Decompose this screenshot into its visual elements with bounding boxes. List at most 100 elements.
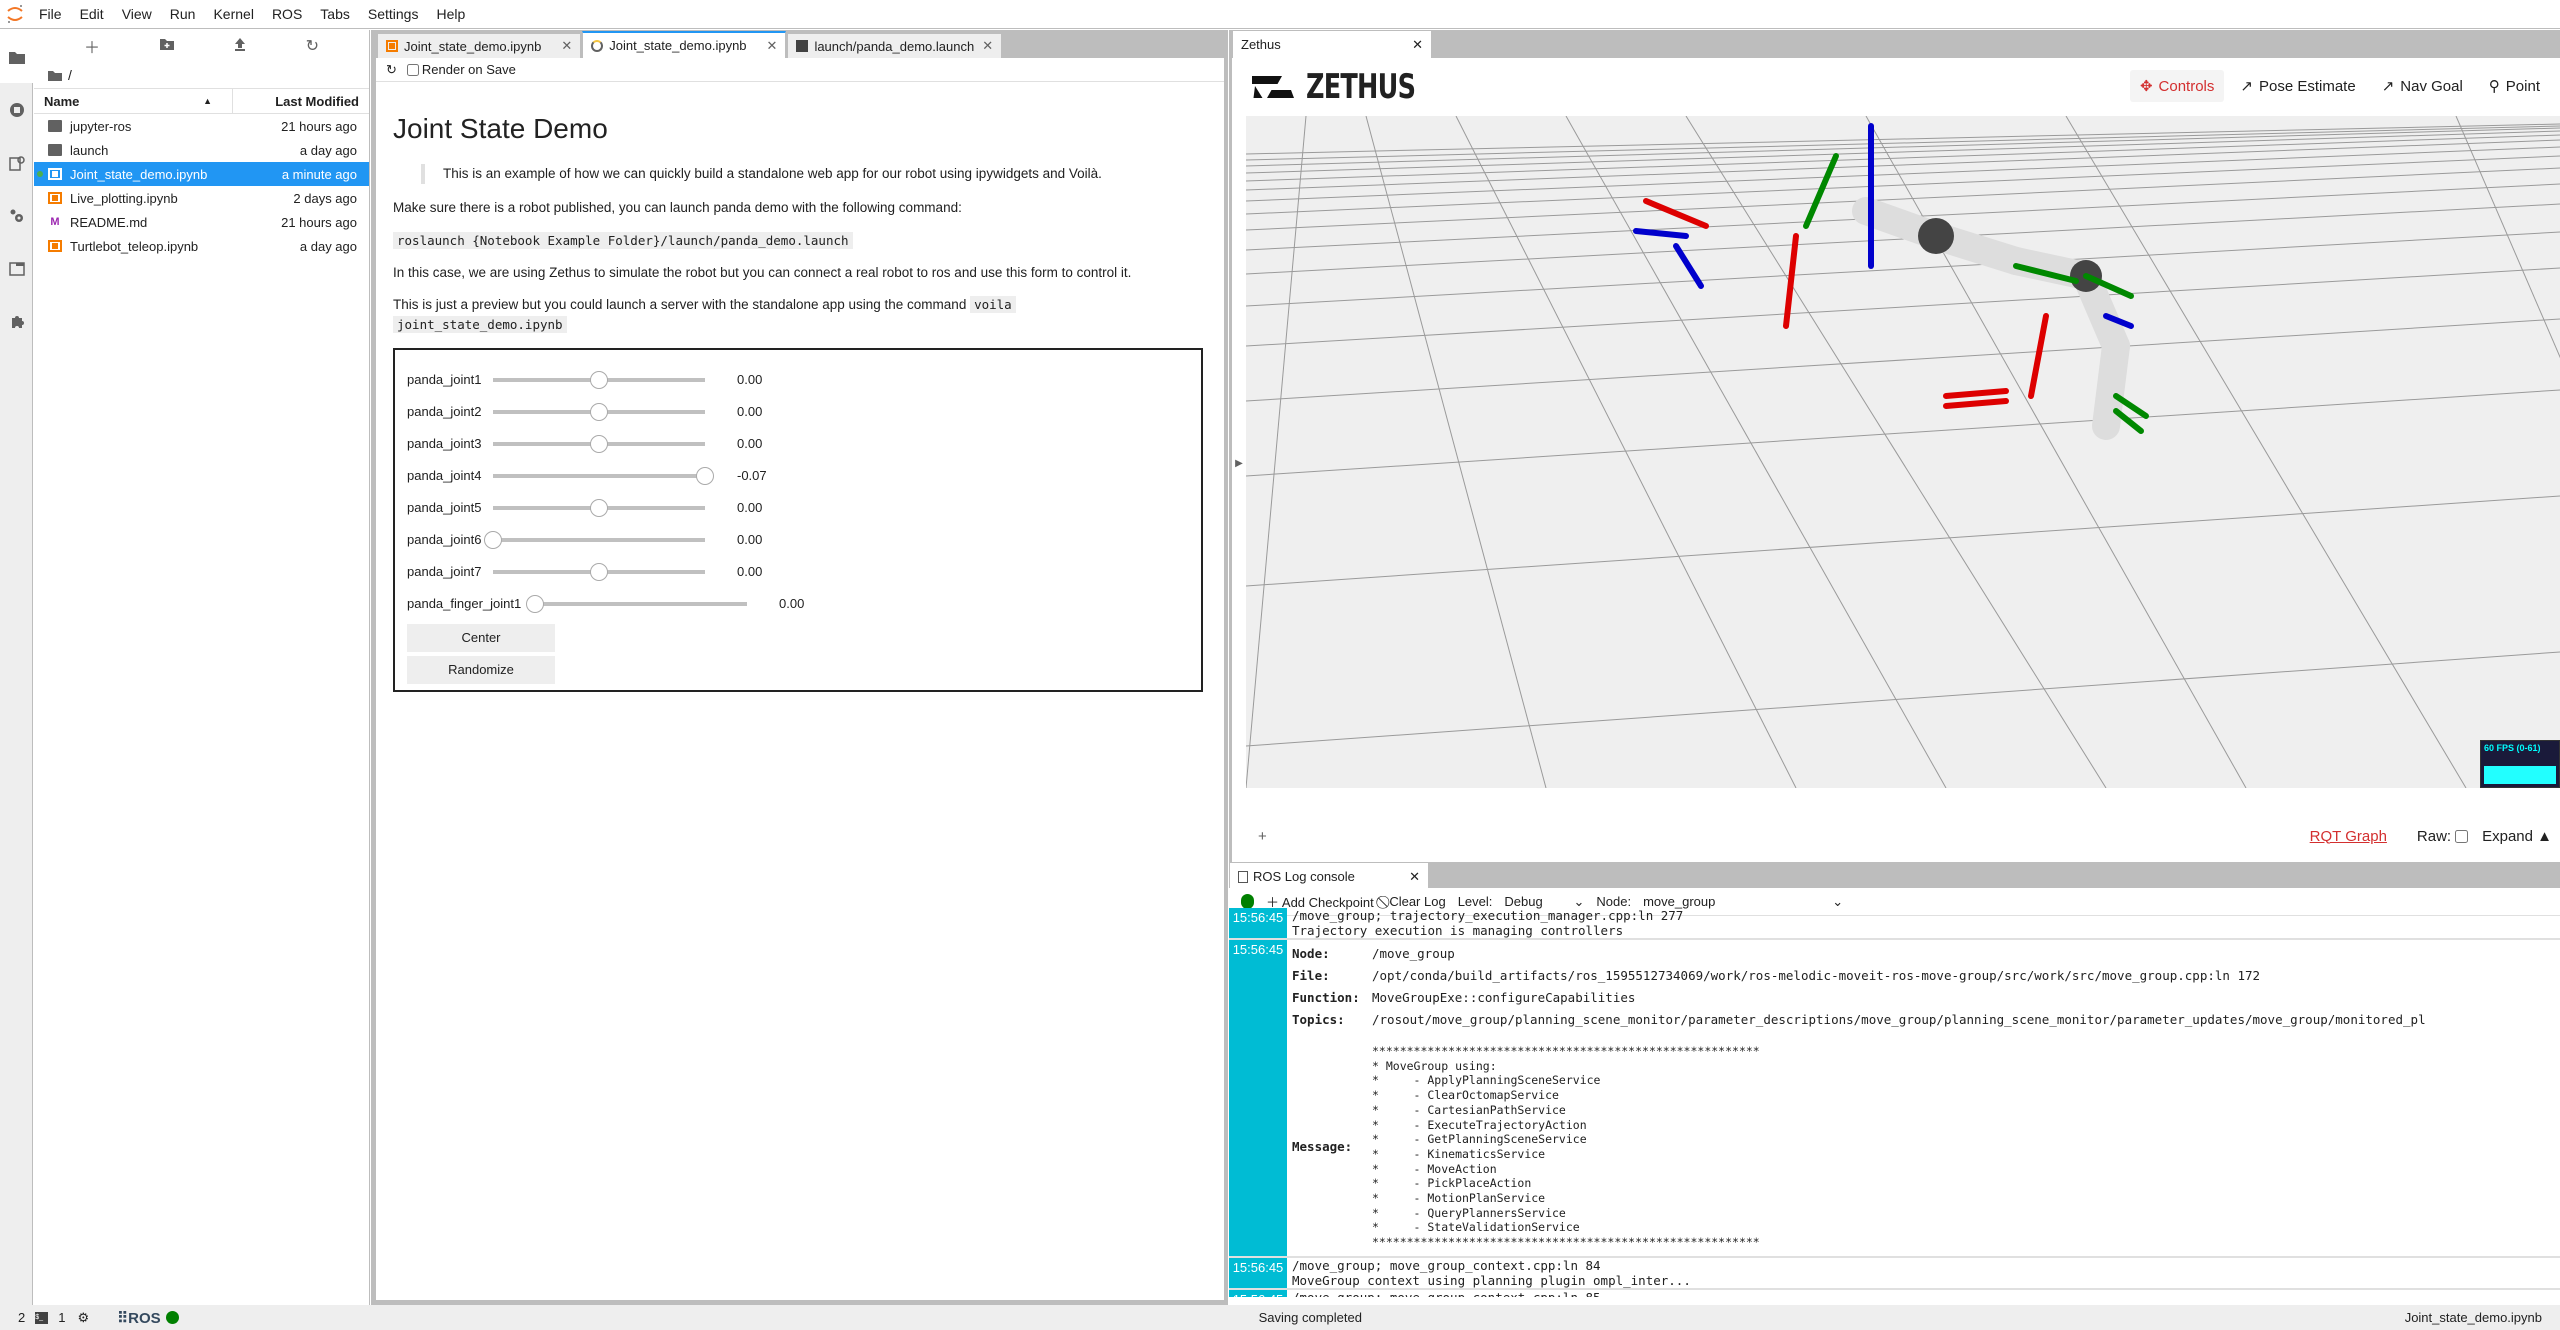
joint-slider[interactable]	[493, 466, 714, 485]
connection-status-icon	[1241, 894, 1254, 909]
slider-handle[interactable]	[590, 370, 608, 389]
file-row[interactable]: jupyter-ros 21 hours ago	[34, 114, 369, 138]
tab-launch-file[interactable]: launch/panda_demo.launch ✕	[787, 33, 1003, 58]
activity-extensions[interactable]	[0, 295, 33, 348]
ros-grid-icon: ⠿	[117, 1309, 129, 1327]
rqt-graph-link[interactable]: RQT Graph	[2310, 828, 2387, 845]
file-row[interactable]: Joint_state_demo.ipynb a minute ago	[34, 162, 369, 186]
chevron-down-icon: ⌄	[1832, 893, 1844, 909]
menu-file[interactable]: File	[30, 6, 71, 22]
tool-nav-goal[interactable]: ↗ Nav Goal	[2372, 70, 2473, 102]
activity-commands[interactable]	[0, 136, 33, 189]
raw-checkbox[interactable]	[2455, 829, 2469, 843]
log-entry[interactable]: 15:56:45/move_group; move_group_context.…	[1229, 1289, 2560, 1297]
slider-handle[interactable]	[526, 594, 544, 613]
menu-tabs[interactable]: Tabs	[311, 6, 359, 22]
slider-handle[interactable]	[590, 434, 608, 453]
file-row[interactable]: Turtlebot_teleop.ipynb a day ago	[34, 234, 369, 258]
terminal-count[interactable]: 1	[58, 1310, 65, 1325]
randomize-button[interactable]: Randomize	[407, 655, 555, 684]
close-icon[interactable]: ✕	[561, 38, 572, 54]
close-icon[interactable]: ✕	[1412, 37, 1423, 53]
new-launcher-button[interactable]: ＋	[84, 34, 100, 58]
menu-edit[interactable]: Edit	[71, 6, 113, 22]
tool-controls[interactable]: ✥ Controls	[2129, 70, 2225, 102]
joint-slider[interactable]	[493, 562, 705, 581]
upload-button[interactable]	[234, 37, 246, 56]
new-folder-button[interactable]	[159, 37, 174, 55]
render-on-save-checkbox[interactable]	[406, 63, 419, 76]
slider-handle[interactable]	[484, 530, 502, 549]
menu-kernel[interactable]: Kernel	[204, 6, 262, 22]
collapse-sidebar-icon[interactable]: ▶	[1232, 458, 1246, 469]
log-entry[interactable]: 15:56:45/move_group; trajectory_executio…	[1229, 908, 2560, 940]
axis-marker	[1643, 198, 1709, 229]
tab-voila-preview[interactable]: Joint_state_demo.ipynb ✕	[582, 31, 787, 58]
axis-marker	[1803, 153, 1839, 229]
ros-status[interactable]: ⠿ROS	[117, 1309, 161, 1327]
grid-line	[1246, 116, 1307, 788]
tool-point[interactable]: ⚲ Point	[2479, 70, 2550, 102]
joint-slider[interactable]	[493, 434, 705, 453]
file-row[interactable]: launch a day ago	[34, 138, 369, 162]
robot-joint	[1918, 218, 1954, 254]
3d-viewport[interactable]: 60 FPS (0-61)	[1246, 116, 2560, 788]
slider-label: panda_joint6	[407, 531, 482, 547]
file-row[interactable]: Live_plotting.ipynb 2 days ago	[34, 186, 369, 210]
grid-line	[1246, 651, 2560, 747]
slider-handle[interactable]	[696, 466, 714, 485]
close-icon[interactable]: ✕	[982, 38, 993, 54]
menu-settings[interactable]: Settings	[359, 6, 428, 22]
menu-run[interactable]: Run	[161, 6, 205, 22]
slider-handle[interactable]	[590, 498, 608, 517]
running-indicator-icon	[37, 171, 43, 177]
menu-help[interactable]: Help	[427, 6, 474, 22]
joint-slider[interactable]	[484, 530, 705, 549]
file-name: README.md	[70, 214, 148, 230]
joint-slider[interactable]	[526, 594, 747, 613]
sort-ascending-icon: ▲	[203, 96, 212, 106]
center-button[interactable]: Center	[407, 623, 555, 652]
render-on-save-toggle[interactable]: Render on Save	[406, 62, 516, 77]
menu-view[interactable]: View	[113, 6, 161, 22]
breadcrumb-root[interactable]: /	[68, 67, 72, 83]
tool-pose-estimate[interactable]: ↗ Pose Estimate	[2230, 70, 2365, 102]
tab-zethus[interactable]: Zethus ✕	[1232, 31, 1432, 58]
activity-tabs[interactable]	[0, 242, 33, 295]
controls-icon: ✥	[2139, 78, 2153, 95]
activity-ros-settings[interactable]	[0, 189, 33, 242]
column-last-modified[interactable]: Last Modified	[233, 94, 369, 109]
level-label: Level:	[1457, 894, 1493, 909]
add-panel-button[interactable]: +	[1258, 828, 1267, 845]
folder-icon[interactable]	[48, 70, 62, 81]
slider-handle[interactable]	[590, 562, 608, 581]
log-entry[interactable]: 15:56:45/move_group; move_group_context.…	[1229, 1257, 2560, 1290]
close-icon[interactable]: ✕	[1409, 869, 1420, 885]
launch-command: roslaunch {Notebook Example Folder}/laun…	[393, 231, 853, 249]
tab-ros-log[interactable]: ROS Log console ✕	[1229, 863, 1429, 890]
kernel-count[interactable]: 2	[18, 1310, 25, 1325]
file-list-header: Name ▲ Last Modified	[34, 88, 369, 114]
reload-button[interactable]: ↻	[386, 62, 397, 78]
refresh-button[interactable]: ↻	[306, 36, 319, 56]
slider-handle[interactable]	[590, 402, 608, 421]
joint-slider[interactable]	[493, 402, 705, 421]
joint-slider[interactable]	[493, 498, 705, 517]
zethus-header: ZETHUS ✥ Controls ↗ Pose Estimate ↗ Nav Goal ⚲…	[1232, 58, 2560, 116]
arrow-icon: ↗	[2240, 78, 2253, 95]
activity-file-browser[interactable]	[0, 30, 34, 83]
file-row[interactable]: M README.md 21 hours ago	[34, 210, 369, 234]
activity-running[interactable]	[0, 83, 33, 136]
menu-ros[interactable]: ROS	[263, 6, 311, 22]
status-bar: 2 $_ 1 ⚙ ⠿ROS Saving completed Joint_sta…	[0, 1305, 2560, 1330]
close-icon[interactable]: ✕	[767, 38, 778, 54]
terminal-icon: $_	[35, 1311, 49, 1324]
joint-slider[interactable]	[493, 370, 705, 389]
file-modified: a day ago	[299, 238, 357, 254]
log-entry[interactable]: 15:56:45 Node:/move_group File:/opt/conda/…	[1229, 940, 2560, 1258]
column-name[interactable]: Name ▲	[34, 89, 233, 113]
tab-notebook[interactable]: Joint_state_demo.ipynb ✕	[377, 33, 582, 58]
robot-scene[interactable]	[1246, 116, 2560, 788]
log-entries[interactable]: 15:56:45/move_group; trajectory_executio…	[1229, 908, 2560, 1297]
expand-button[interactable]: Expand ▲	[2482, 828, 2552, 845]
